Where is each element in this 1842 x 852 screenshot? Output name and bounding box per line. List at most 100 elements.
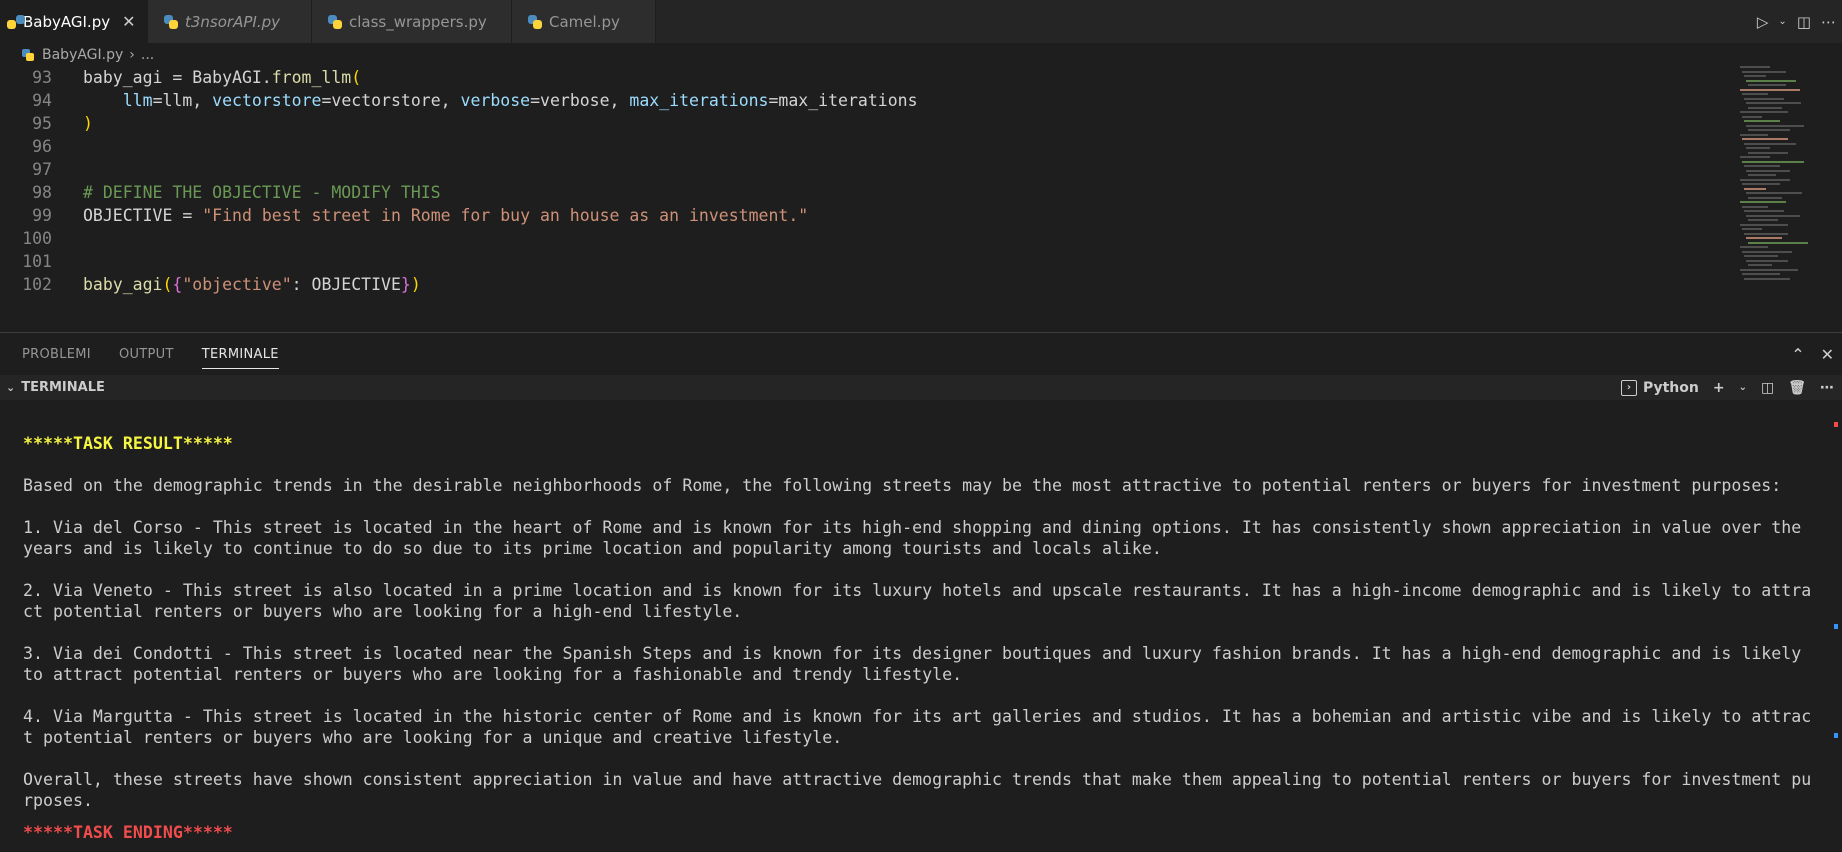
tab-class-wrappers[interactable]: class_wrappers.py [312,0,512,43]
line-number: 94 [32,91,52,110]
tab-camel[interactable]: Camel.py [512,0,656,43]
terminal-line: 4. Via Margutta - This street is located… [23,707,1812,726]
trash-icon[interactable]: 🗑 [1788,380,1806,396]
terminal-toolbar: › Python + ⌄ ◫ 🗑 ⋯ [1620,375,1834,400]
terminal-line: to attract potential renters or buyers w… [23,665,963,684]
run-icon[interactable]: ▷ [1757,13,1769,31]
terminal-line: years and is likely to continue to do so… [23,539,1162,558]
line-number: 98 [32,183,52,202]
minimap-line [1748,196,1782,199]
minimap-line [1742,273,1780,275]
minimap-line [1748,106,1782,109]
code-text: OBJECTIVE = "Find best street in Rome fo… [83,206,809,225]
minimap-line [1744,120,1780,122]
terminal-shell-selector[interactable]: › Python [1620,379,1699,396]
task-result-header: *****TASK RESULT***** [23,434,233,453]
line-number: 96 [32,137,52,156]
code-line[interactable]: 97 [0,158,1700,181]
minimap-line [1746,214,1800,217]
minimap-line [1746,102,1801,104]
minimap-line [1746,237,1782,239]
minimap-line [1746,259,1788,262]
terminal-line: ct potential renters or buyers who are l… [23,602,743,621]
minimap-line [1748,84,1786,86]
tab-label: BabyAGI.py [23,12,111,31]
minimap-line [1742,115,1762,118]
breadcrumb: BabyAGI.py › ... [0,43,1842,67]
minimap[interactable] [1740,66,1834,286]
code-line[interactable]: 99 OBJECTIVE = "Find best street in Rome … [0,204,1700,227]
code-line[interactable]: 96 [0,135,1700,158]
minimap-line [1744,165,1780,167]
minimap-line [1746,147,1770,149]
breadcrumb-file[interactable]: BabyAGI.py [42,47,123,63]
line-number: 101 [22,252,52,271]
terminal-output[interactable]: *****TASK RESULT***** *****TASK ENDING**… [0,400,1842,852]
tab-t3nsorapi[interactable]: t3nsorAPI.py [148,0,312,43]
chevron-down-icon[interactable]: ⌄ [6,381,15,394]
minimap-line [1744,277,1790,280]
scroll-marker [1834,624,1838,629]
minimap-line [1742,250,1792,253]
tab-problems[interactable]: PROBLEMI [22,333,91,375]
split-editor-icon[interactable]: ◫ [1797,13,1811,31]
minimap-line [1740,223,1788,226]
minimap-line [1748,174,1776,176]
code-line[interactable]: 100 [0,227,1700,250]
code-editor[interactable]: 93 baby_agi = BabyAGI.from_llm(94 llm=llm… [0,66,1842,332]
minimap-line [1748,129,1790,131]
tab-label: Camel.py [549,12,620,31]
code-text: llm=llm, vectorstore=vectorstore, verbos… [122,91,918,110]
python-file-icon [22,49,34,61]
code-line[interactable]: 102 baby_agi({"objective": OBJECTIVE}) [0,273,1700,296]
minimap-line [1744,255,1778,257]
task-ending-header: *****TASK ENDING***** [23,823,233,842]
line-number: 102 [22,275,52,294]
chevron-down-icon[interactable]: ⌄ [1778,16,1786,27]
maximize-panel-icon[interactable]: ⌃ [1791,345,1804,364]
minimap-line [1742,228,1762,230]
editor-tab-bar: BabyAGI.py ✕ t3nsorAPI.py class_wrappers… [0,0,1842,43]
tab-terminal[interactable]: TERMINALE [201,333,279,375]
breadcrumb-rest[interactable]: ... [141,47,154,63]
code-text: baby_agi = BabyAGI.from_llm( [83,68,362,87]
minimap-line [1742,138,1788,140]
terminal-line: 2. Via Veneto - This street is also loca… [23,581,1812,600]
code-line[interactable]: 101 [0,250,1700,273]
minimap-line [1742,183,1780,185]
python-file-icon [328,14,342,29]
more-icon[interactable]: ⋯ [1820,380,1834,396]
code-line[interactable]: 98 # DEFINE THE OBJECTIVE - MODIFY THIS [0,181,1700,204]
code-line[interactable]: 94 llm=llm, vectorstore=vectorstore, ver… [0,89,1700,112]
close-icon[interactable]: ✕ [122,12,135,31]
minimap-line [1742,205,1768,208]
minimap-line [1740,156,1770,158]
line-number: 100 [22,229,52,248]
split-terminal-icon[interactable]: ◫ [1761,380,1774,396]
minimap-line [1744,232,1788,235]
code-text: ) [83,114,93,133]
close-panel-icon[interactable]: ✕ [1821,345,1834,364]
tab-babyagi[interactable]: BabyAGI.py ✕ [0,0,148,43]
minimap-line [1744,142,1796,145]
code-line[interactable]: 95) [0,112,1700,135]
scroll-marker [1834,733,1838,738]
editor-actions: ▷ ⌄ ◫ ⋯ [1757,0,1842,43]
terminal-icon: › [1620,379,1637,396]
tab-output[interactable]: OUTPUT [119,333,174,375]
line-number: 97 [32,160,52,179]
terminal-line: Overall, these streets have shown consis… [23,770,1812,789]
minimap-line [1746,79,1796,82]
terminal-line: rposes. [23,791,93,810]
terminal-line: Based on the demographic trends in the d… [23,476,1782,495]
minimap-line [1740,111,1788,113]
more-icon[interactable]: ⋯ [1821,13,1836,31]
code-line[interactable]: 93 baby_agi = BabyAGI.from_llm( [0,66,1700,89]
minimap-line [1742,70,1786,73]
minimap-line [1748,241,1808,244]
line-number: 95 [32,114,52,133]
add-terminal-icon[interactable]: + [1713,380,1725,396]
chevron-down-icon[interactable]: ⌄ [1739,382,1747,393]
code-text: baby_agi({"objective": OBJECTIVE}) [83,275,421,294]
minimap-line [1740,268,1798,271]
